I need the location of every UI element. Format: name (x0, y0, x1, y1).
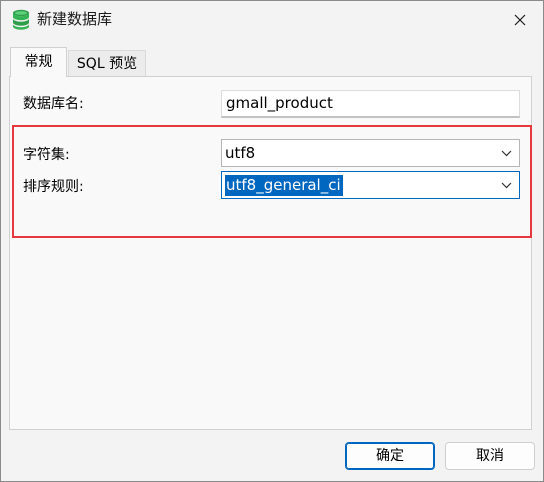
tab-sql-preview[interactable]: SQL 预览 (68, 50, 146, 77)
close-button[interactable] (497, 1, 543, 38)
new-database-dialog: 新建数据库 常规 SQL 预览 数据库名: gmall_product 字符集:… (0, 0, 544, 482)
chevron-down-icon (501, 150, 512, 157)
db-name-input[interactable]: gmall_product (221, 90, 520, 118)
collation-label: 排序规则: (23, 179, 84, 195)
charset-select[interactable]: utf8 (221, 139, 520, 167)
database-icon (13, 9, 29, 30)
collation-select[interactable]: utf8_general_ci (221, 171, 520, 199)
charset-label: 字符集: (23, 147, 70, 163)
charset-value: utf8 (225, 144, 256, 162)
general-panel (9, 76, 532, 430)
collation-value: utf8_general_ci (225, 175, 343, 196)
tab-bar: 常规 SQL 预览 (9, 47, 535, 77)
window-title: 新建数据库 (37, 10, 113, 28)
tab-general[interactable]: 常规 (10, 47, 67, 77)
ok-button[interactable]: 确定 (345, 442, 435, 470)
close-icon (514, 14, 526, 25)
cancel-button[interactable]: 取消 (445, 442, 535, 470)
db-name-label: 数据库名: (23, 96, 84, 112)
chevron-down-icon (501, 182, 512, 189)
title-bar: 新建数据库 (1, 1, 543, 38)
